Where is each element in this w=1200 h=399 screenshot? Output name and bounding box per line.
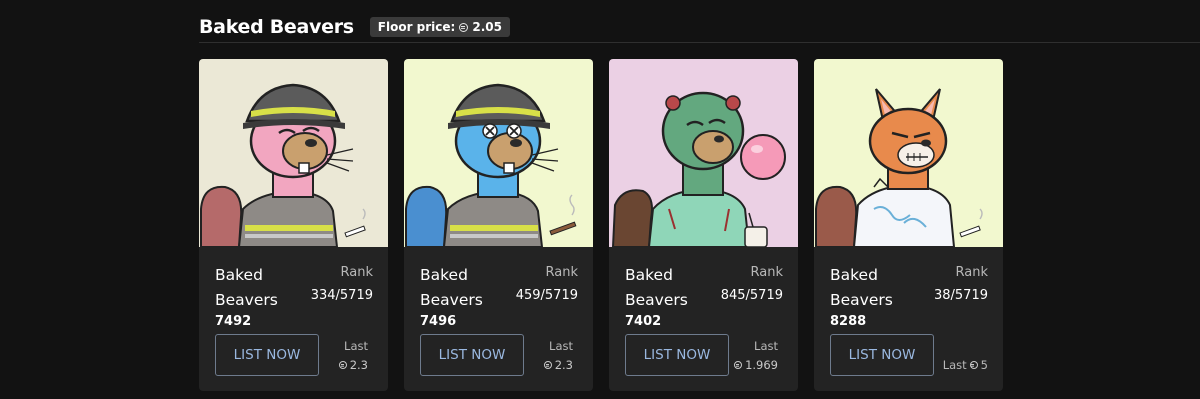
sol-icon	[969, 361, 978, 369]
rank-value: 38/5719	[933, 288, 988, 303]
nft-card-info: Baked Beavers 7492 Rank 334/5719 LIST NO…	[199, 247, 388, 391]
nft-image[interactable]	[609, 59, 798, 247]
last-price: 2.3	[543, 358, 573, 372]
nft-card[interactable]: Baked Beavers 7496 Rank 459/5719 LIST NO…	[404, 59, 593, 391]
list-now-button[interactable]: LIST NOW	[420, 334, 524, 376]
last-price-value: 1.969	[745, 358, 778, 372]
nft-name: Baked Beavers	[625, 266, 688, 309]
last-price-label: Last	[942, 358, 967, 372]
list-now-button[interactable]: LIST NOW	[625, 334, 729, 376]
nft-card-info: Baked Beavers 8288 Rank 38/5719 LIST NOW…	[814, 247, 1003, 391]
last-price-value: 2.3	[349, 358, 368, 372]
last-price: 2.3	[338, 358, 368, 372]
nft-card[interactable]: Baked Beavers 7402 Rank 845/5719 LIST NO…	[609, 59, 798, 391]
floor-price-value: 2.05	[472, 20, 502, 34]
nft-id: 7492	[215, 314, 252, 329]
nft-image[interactable]	[814, 59, 1003, 247]
list-now-button[interactable]: LIST NOW	[830, 334, 934, 376]
rank-label: Rank	[955, 265, 988, 280]
rank-label: Rank	[340, 265, 373, 280]
rank-value: 334/5719	[310, 288, 373, 303]
nft-name: Baked Beavers	[215, 266, 278, 309]
floor-price-label: Floor price:	[377, 20, 456, 34]
nft-card[interactable]: Baked Beavers 7492 Rank 334/5719 LIST NO…	[199, 59, 388, 391]
rank-value: 459/5719	[515, 288, 578, 303]
rank-label: Rank	[750, 265, 783, 280]
nft-image[interactable]	[199, 59, 388, 247]
last-price-label: Last	[754, 339, 778, 353]
floor-price-badge: Floor price: 2.05	[369, 17, 510, 37]
sol-icon	[459, 22, 469, 32]
last-price-label: Last	[549, 339, 573, 353]
nft-name: Baked Beavers	[830, 266, 893, 309]
last-price-label: Last	[344, 339, 368, 353]
sol-icon	[543, 361, 552, 369]
nft-card-info: Baked Beavers 7496 Rank 459/5719 LIST NO…	[404, 247, 593, 391]
nft-image[interactable]	[404, 59, 593, 247]
sol-icon	[734, 361, 743, 369]
sol-icon	[338, 361, 347, 369]
collection-title: Baked Beavers	[199, 16, 354, 38]
last-price-value: 2.3	[554, 358, 573, 372]
nft-id: 8288	[830, 314, 867, 329]
last-price: Last 5	[943, 358, 988, 372]
nft-name: Baked Beavers	[420, 266, 483, 309]
nft-id: 7402	[625, 314, 662, 329]
nft-card[interactable]: Baked Beavers 8288 Rank 38/5719 LIST NOW…	[814, 59, 1003, 391]
rank-label: Rank	[545, 265, 578, 280]
nft-card-info: Baked Beavers 7402 Rank 845/5719 LIST NO…	[609, 247, 798, 391]
rank-value: 845/5719	[720, 288, 783, 303]
nft-card-grid: Baked Beavers 7492 Rank 334/5719 LIST NO…	[199, 59, 1003, 391]
header-divider	[199, 42, 1200, 43]
list-now-button[interactable]: LIST NOW	[215, 334, 319, 376]
nft-id: 7496	[420, 314, 457, 329]
last-price: 1.969	[734, 358, 778, 372]
last-price-value: 5	[980, 358, 988, 372]
collection-header: Baked Beavers Floor price: 2.05	[199, 12, 510, 42]
